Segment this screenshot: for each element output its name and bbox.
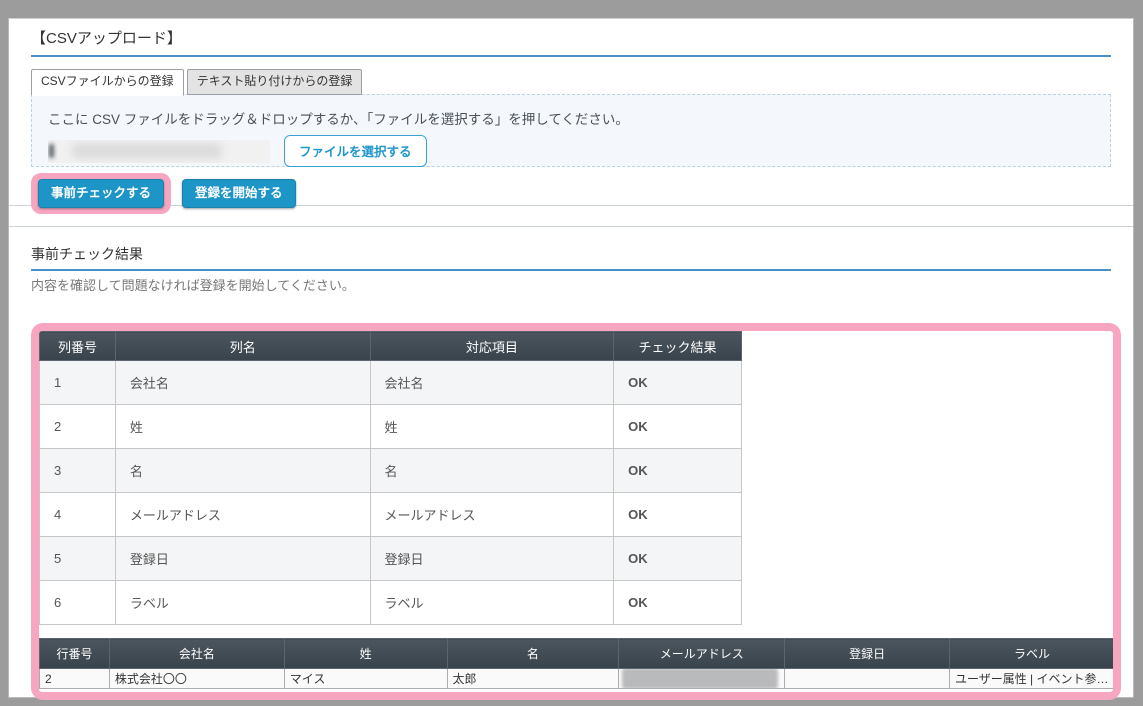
- results-highlight-inner: 列番号 列名 対応項目 チェック結果 1 会社名 会社名 OK: [39, 331, 1113, 692]
- cell-registered-date: [785, 669, 950, 689]
- upload-tabs: CSVファイルからの登録 テキスト貼り付けからの登録: [31, 69, 1111, 95]
- page-title: 【CSVアップロード】: [31, 28, 1111, 57]
- preview-header-email: メールアドレス: [619, 639, 785, 669]
- cell-company: 株式会社〇〇: [109, 669, 284, 689]
- results-highlight-box: 列番号 列名 対応項目 チェック結果 1 会社名 会社名 OK: [31, 323, 1121, 700]
- precheck-highlight-ring: 事前チェックする: [31, 173, 171, 214]
- cell-column-name: 姓: [115, 405, 370, 449]
- cell-column-no: 5: [40, 537, 116, 581]
- check-header-column-name: 列名: [115, 332, 370, 361]
- email-blur-box: [622, 669, 778, 689]
- cell-mapped-item: ラベル: [370, 581, 614, 625]
- results-title: 事前チェック結果: [31, 245, 1111, 271]
- cell-check-result: OK: [614, 449, 742, 493]
- cell-email-blurred: [619, 669, 785, 689]
- blur-smudge: [72, 143, 222, 159]
- cell-column-name: 登録日: [115, 537, 370, 581]
- check-header-mapped-item: 対応項目: [370, 332, 614, 361]
- check-table-row: 4 メールアドレス メールアドレス OK: [40, 493, 742, 537]
- csv-upload-section: 【CSVアップロード】 CSVファイルからの登録 テキスト貼り付けからの登録 こ…: [9, 19, 1133, 206]
- preview-header-first-name: 名: [447, 639, 619, 669]
- check-table-head: 列番号 列名 対応項目 チェック結果: [40, 332, 742, 361]
- cell-check-result: OK: [614, 537, 742, 581]
- cell-check-result: OK: [614, 361, 742, 405]
- cell-mapped-item: 名: [370, 449, 614, 493]
- check-header-result: チェック結果: [614, 332, 742, 361]
- precheck-results-section: 事前チェック結果 内容を確認して問題なければ登録を開始してください。 列番号 列…: [9, 227, 1133, 700]
- csv-upload-page: { "upload": { "title": "【CSVアップロード】", "t…: [0, 0, 1143, 706]
- selected-filename-blurred: [48, 140, 270, 163]
- dropzone-instruction: ここに CSV ファイルをドラッグ＆ドロップするか、「ファイルを選択する」を押し…: [48, 108, 1094, 128]
- check-table-row: 5 登録日 登録日 OK: [40, 537, 742, 581]
- check-header-column-no: 列番号: [40, 332, 116, 361]
- cell-column-name: 会社名: [115, 361, 370, 405]
- check-table-row: 1 会社名 会社名 OK: [40, 361, 742, 405]
- results-description: 内容を確認して問題なければ登録を開始してください。: [31, 277, 1111, 294]
- file-row: ファイルを選択する: [48, 135, 1094, 167]
- blur-smudge: [49, 144, 54, 158]
- preview-table-body: 2 株式会社〇〇 マイス 太郎 ユーザー属性 | イベント参…: [40, 669, 1114, 689]
- cell-row-no: 2: [40, 669, 110, 689]
- preview-header-last-name: 姓: [284, 639, 447, 669]
- cell-column-no: 6: [40, 581, 116, 625]
- preview-header-company: 会社名: [109, 639, 284, 669]
- preview-table-row: 2 株式会社〇〇 マイス 太郎 ユーザー属性 | イベント参…: [40, 669, 1114, 689]
- tab-text-paste[interactable]: テキスト貼り付けからの登録: [187, 69, 363, 95]
- cell-column-no: 1: [40, 361, 116, 405]
- check-table-row: 2 姓 姓 OK: [40, 405, 742, 449]
- cell-check-result: OK: [614, 493, 742, 537]
- file-select-button[interactable]: ファイルを選択する: [284, 135, 427, 167]
- cell-mapped-item: 登録日: [370, 537, 614, 581]
- check-table-row: 3 名 名 OK: [40, 449, 742, 493]
- cell-mapped-item: 会社名: [370, 361, 614, 405]
- csv-dropzone[interactable]: ここに CSV ファイルをドラッグ＆ドロップするか、「ファイルを選択する」を押し…: [31, 94, 1111, 167]
- cell-mapped-item: メールアドレス: [370, 493, 614, 537]
- check-result-table: 列番号 列名 対応項目 チェック結果 1 会社名 会社名 OK: [39, 331, 742, 625]
- cell-column-no: 2: [40, 405, 116, 449]
- register-start-button[interactable]: 登録を開始する: [182, 179, 296, 208]
- cell-column-name: 名: [115, 449, 370, 493]
- preview-table-head: 行番号 会社名 姓 名 メールアドレス 登録日 ラベル: [40, 639, 1114, 669]
- preview-header-row-no: 行番号: [40, 639, 110, 669]
- cell-check-result: OK: [614, 581, 742, 625]
- section-divider: [9, 206, 1133, 227]
- cell-first-name: 太郎: [447, 669, 619, 689]
- cell-last-name: マイス: [284, 669, 447, 689]
- cell-column-no: 4: [40, 493, 116, 537]
- check-table-row: 6 ラベル ラベル OK: [40, 581, 742, 625]
- cell-mapped-item: 姓: [370, 405, 614, 449]
- preview-header-label: ラベル: [949, 639, 1113, 669]
- precheck-button[interactable]: 事前チェックする: [38, 179, 164, 208]
- data-preview-table: 行番号 会社名 姓 名 メールアドレス 登録日 ラベル 2: [39, 638, 1113, 689]
- cell-check-result: OK: [614, 405, 742, 449]
- cell-column-name: ラベル: [115, 581, 370, 625]
- cell-label: ユーザー属性 | イベント参…: [949, 669, 1113, 689]
- content-card: 【CSVアップロード】 CSVファイルからの登録 テキスト貼り付けからの登録 こ…: [8, 18, 1134, 698]
- tab-csv-file[interactable]: CSVファイルからの登録: [31, 69, 184, 96]
- check-table-body: 1 会社名 会社名 OK 2 姓 姓 OK: [40, 361, 742, 625]
- cell-column-no: 3: [40, 449, 116, 493]
- preview-header-registered-date: 登録日: [785, 639, 950, 669]
- cell-column-name: メールアドレス: [115, 493, 370, 537]
